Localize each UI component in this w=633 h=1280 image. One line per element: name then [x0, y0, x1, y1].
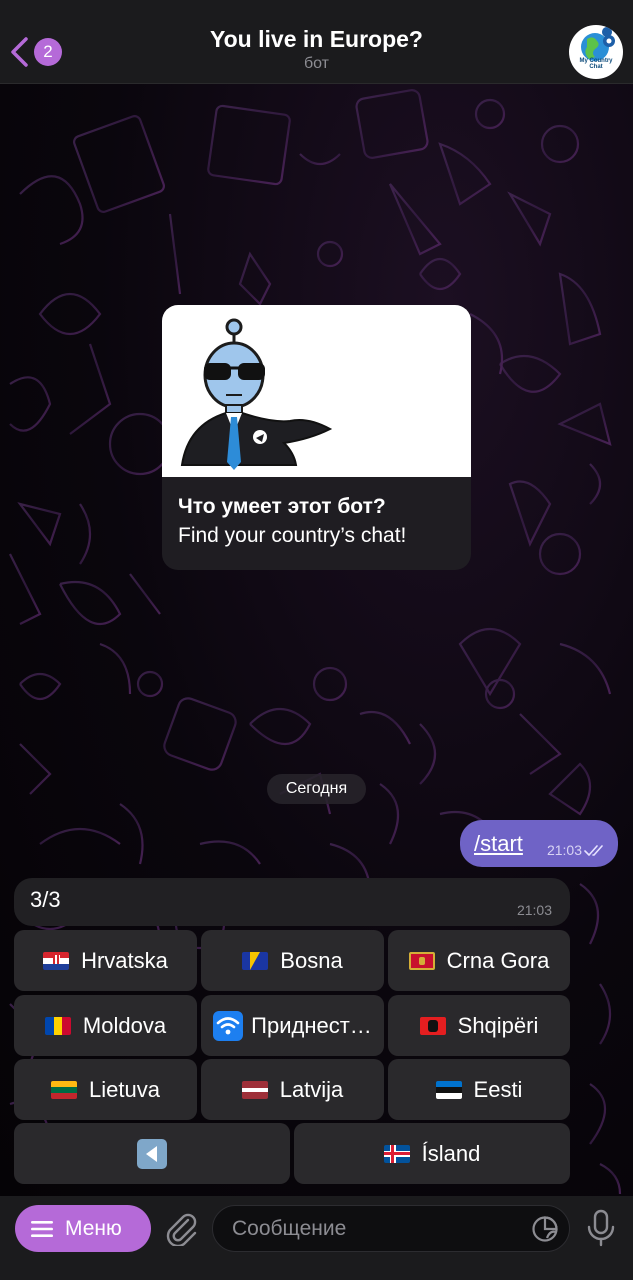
paperclip-icon[interactable]: [164, 1210, 198, 1246]
latvia-flag-icon: [241, 1080, 268, 1099]
keyboard-button-shqiperi[interactable]: Shqipëri: [388, 995, 570, 1056]
wifi-icon: [213, 1010, 244, 1041]
command-link[interactable]: /start: [474, 831, 523, 857]
keyboard-button-bosna[interactable]: Bosna: [201, 930, 384, 991]
double-check-icon: [584, 845, 603, 856]
chat-title: You live in Europe?: [210, 26, 423, 52]
message-text: 3/3: [30, 887, 61, 912]
moldova-flag-icon: [44, 1016, 71, 1035]
intro-description: Find your country’s chat!: [178, 524, 407, 547]
keyboard-button-island[interactable]: Ísland: [294, 1123, 570, 1184]
message-composer: Меню: [0, 1196, 633, 1280]
albania-flag-icon: [419, 1016, 446, 1035]
avatar-label: My Country Chat: [579, 58, 613, 70]
incoming-message: 3/3 21:03: [14, 878, 570, 926]
bosnia-flag-icon: [242, 951, 269, 970]
chat-title-block[interactable]: You live in Europe? бот: [120, 24, 513, 74]
keyboard-button-pridnestrovie[interactable]: Приднест…: [201, 995, 384, 1056]
keyboard-button-moldova[interactable]: Moldova: [14, 995, 197, 1056]
message-input-wrapper: [212, 1205, 570, 1252]
robot-agent-icon: [180, 318, 333, 470]
message-time: 21:03: [546, 842, 582, 858]
menu-label: Меню: [65, 1216, 122, 1240]
intro-title: Что умеет этот бот?: [178, 495, 386, 518]
chevron-left-icon: [11, 37, 28, 67]
hamburger-icon: [31, 1220, 53, 1237]
sticker-icon[interactable]: [531, 1215, 559, 1243]
keyboard-button-crna-gora[interactable]: Crna Gora: [388, 930, 570, 991]
bot-intro-card: Что умеет этот бот? Find your country’s …: [162, 305, 471, 570]
date-separator: Сегодня: [267, 774, 366, 804]
keyboard-button-eesti[interactable]: Eesti: [388, 1059, 570, 1120]
message-time: 21:03: [516, 902, 552, 918]
outgoing-message[interactable]: /start 21:03: [460, 820, 618, 867]
globe-logo-icon: [581, 27, 615, 61]
chat-header: 2 You live in Europe? бот My Country Cha…: [0, 0, 633, 84]
message-input[interactable]: [232, 1206, 512, 1251]
keyboard-button-back[interactable]: [14, 1123, 290, 1184]
chat-subtitle: бот: [303, 55, 330, 72]
back-arrow-icon: [137, 1138, 167, 1169]
unread-badge: 2: [34, 38, 62, 66]
keyboard-button-latvija[interactable]: Latvija: [201, 1059, 384, 1120]
montenegro-flag-icon: [408, 951, 435, 970]
microphone-icon[interactable]: [586, 1209, 616, 1247]
keyboard-button-lietuva[interactable]: Lietuva: [14, 1059, 197, 1120]
croatia-flag-icon: [43, 951, 70, 970]
keyboard-button-hrvatska[interactable]: Hrvatska: [14, 930, 197, 991]
estonia-flag-icon: [435, 1080, 462, 1099]
bot-avatar[interactable]: My Country Chat: [569, 25, 623, 79]
bot-menu-button[interactable]: Меню: [15, 1205, 151, 1252]
iceland-flag-icon: [383, 1144, 410, 1163]
lithuania-flag-icon: [51, 1080, 78, 1099]
bot-intro-image: [162, 305, 471, 477]
back-button[interactable]: 2: [8, 30, 68, 74]
